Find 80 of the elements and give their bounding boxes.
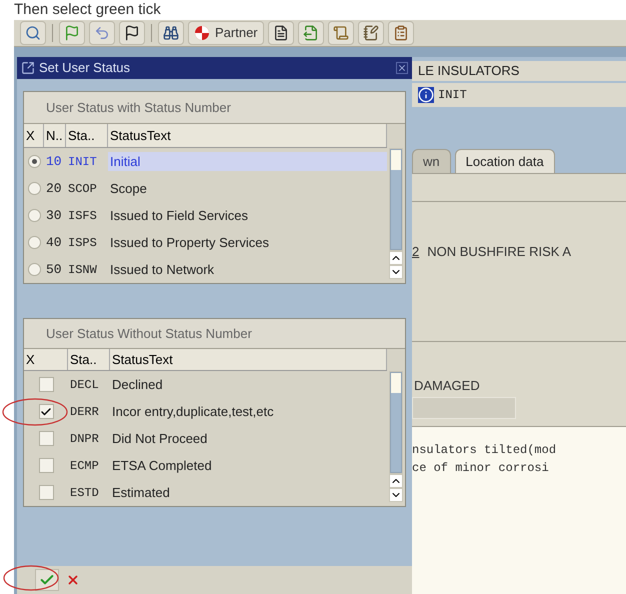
- column-header[interactable]: StatusText: [108, 124, 387, 147]
- radio-button[interactable]: [28, 209, 40, 222]
- area-code: 2: [412, 243, 420, 261]
- status-text-cell-text: Scope: [109, 180, 148, 198]
- column-header[interactable]: Sta..: [66, 124, 108, 147]
- checkbox[interactable]: [38, 377, 54, 392]
- area-text: NON BUSHFIRE RISK A: [427, 243, 571, 261]
- code-cell-text: DECL: [69, 376, 100, 394]
- code-cell-text: ISPS: [67, 234, 98, 252]
- checkbox[interactable]: [38, 485, 54, 500]
- info-icon[interactable]: [418, 87, 434, 103]
- column-header[interactable]: X: [24, 124, 44, 147]
- status-text-cell-text: Issued to Property Services: [109, 234, 270, 252]
- scroll-bar[interactable]: [389, 148, 403, 279]
- status-text-cell: Initial: [108, 152, 387, 172]
- lifebuoy-icon: [194, 25, 210, 41]
- dialog-icon: [21, 61, 35, 75]
- radio-button[interactable]: [28, 236, 40, 249]
- partner-button[interactable]: Partner: [188, 21, 264, 45]
- radio-button[interactable]: [28, 155, 40, 168]
- status-text-cell-text: Did Not Proceed: [111, 430, 208, 448]
- scroll-thumb[interactable]: [391, 373, 401, 393]
- radio-button[interactable]: [28, 263, 40, 276]
- close-icon[interactable]: [396, 62, 408, 74]
- status-text-cell-text: Estimated: [111, 484, 171, 502]
- object-title: LE INSULATORS: [412, 61, 626, 81]
- scroll-down-icon[interactable]: [390, 489, 402, 501]
- status-text-cell-text: ETSA Completed: [111, 456, 213, 475]
- number-cell-text: 10: [45, 152, 63, 171]
- code-cell-text: DERR: [69, 404, 100, 420]
- annotation-ellipse: [2, 398, 68, 426]
- table-title: User Status Without Status Number: [24, 319, 405, 349]
- scroll-up-icon[interactable]: [390, 475, 402, 487]
- scroll-up-icon[interactable]: [390, 252, 402, 264]
- table-title: User Status with Status Number: [24, 92, 405, 124]
- cross-icon: [66, 573, 80, 587]
- input-field[interactable]: [412, 397, 516, 419]
- annotation-ellipse: [2, 564, 60, 592]
- scroll-bar[interactable]: [389, 371, 403, 502]
- code-cell-text: ECMP: [69, 458, 100, 474]
- status-text-cell-text: Incor entry,duplicate,test,etc: [111, 402, 275, 421]
- status-text-cell-text: Issued to Field Services: [109, 206, 250, 225]
- notes-line: nsulators tilted(mod: [412, 442, 558, 459]
- scroll-thumb[interactable]: [391, 150, 401, 170]
- notebook-icon[interactable]: [358, 21, 384, 45]
- code-cell-text: ISFS: [67, 208, 98, 224]
- checkbox[interactable]: [38, 431, 54, 446]
- number-cell-text: 20: [45, 180, 63, 198]
- scroll-down-icon[interactable]: [390, 266, 402, 278]
- notes-line: ce of minor corrosi: [412, 460, 550, 477]
- code-cell-text: INIT: [67, 154, 98, 170]
- confirm-button[interactable]: [35, 569, 59, 591]
- scroll-icon[interactable]: [328, 21, 354, 45]
- column-header[interactable]: N..: [44, 124, 66, 147]
- tab[interactable]: Location data: [454, 149, 555, 173]
- code-cell-text: DNPR: [69, 430, 100, 448]
- document-icon[interactable]: [268, 21, 294, 45]
- tab[interactable]: wn: [412, 149, 451, 173]
- column-header[interactable]: StatusText: [110, 349, 387, 370]
- checkbox[interactable]: [38, 404, 54, 419]
- code-cell-text: SCOP: [67, 180, 98, 198]
- dialog-title: Set User Status: [39, 59, 132, 78]
- checkbox[interactable]: [38, 458, 54, 473]
- number-cell-text: 50: [45, 260, 63, 279]
- status-text-cell-text: Declined: [111, 376, 164, 394]
- caption: Then select green tick: [13, 0, 162, 20]
- column-header[interactable]: X: [24, 349, 68, 370]
- clipboard-icon[interactable]: [388, 21, 414, 45]
- status-text-cell-text: Issued to Network: [109, 260, 216, 279]
- number-cell-text: 30: [45, 206, 63, 225]
- code-cell-text: ISNW: [67, 262, 98, 278]
- search-icon[interactable]: [20, 21, 46, 45]
- flag-icon[interactable]: [119, 21, 145, 45]
- radio-button[interactable]: [28, 182, 40, 195]
- code-cell-text: ESTD: [69, 484, 100, 502]
- condition-text: DAMAGED: [413, 376, 481, 394]
- binoculars-icon[interactable]: [158, 21, 184, 45]
- notes-area[interactable]: nsulators tilted(mod ce of minor corrosi: [412, 427, 626, 594]
- number-cell-text: 40: [45, 234, 63, 252]
- column-header[interactable]: Sta..: [68, 349, 110, 370]
